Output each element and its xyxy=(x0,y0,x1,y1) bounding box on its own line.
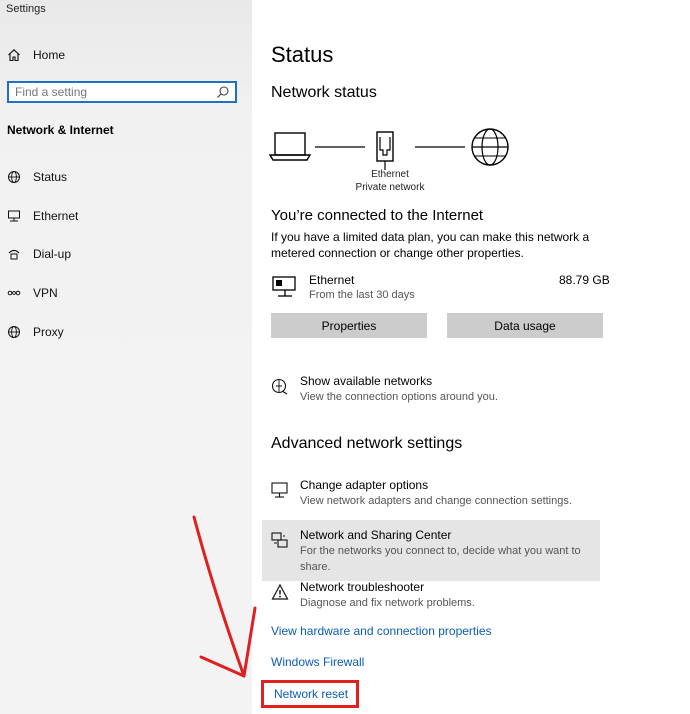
diagram-labels: Ethernet Private network xyxy=(342,168,438,194)
sidebar-item-label: Ethernet xyxy=(33,209,79,223)
connected-heading: You’re connected to the Internet xyxy=(271,207,484,224)
option-title: Network troubleshooter xyxy=(300,580,425,594)
dialup-icon xyxy=(8,249,20,260)
advanced-heading: Advanced network settings xyxy=(271,435,463,452)
sidebar-item-dialup[interactable]: Dial-up xyxy=(7,243,71,265)
laptop-icon xyxy=(269,132,312,161)
ethernet-adapter-icon xyxy=(272,276,296,297)
option-description: View network adapters and change connect… xyxy=(300,495,572,507)
sidebar-home-label: Home xyxy=(33,48,66,62)
window-title: Settings xyxy=(6,3,46,15)
network-troubleshooter[interactable]: Network troubleshooter Diagnose and fix … xyxy=(271,580,475,611)
globe-icon xyxy=(8,171,20,183)
network-diagram xyxy=(269,128,509,170)
adapter-label: Ethernet xyxy=(371,169,409,180)
option-title: Change adapter options xyxy=(300,478,429,492)
globe-icon xyxy=(8,326,20,338)
ethernet-port-icon xyxy=(376,131,394,170)
search-box[interactable] xyxy=(7,81,237,103)
search-input[interactable] xyxy=(9,85,216,99)
data-usage-amount: 88.79 GB xyxy=(559,273,610,287)
connected-desc-line2: metered connection or change other prope… xyxy=(271,246,524,260)
section-label: Network & Internet xyxy=(7,123,114,137)
warning-icon xyxy=(271,583,289,600)
page-title: Status xyxy=(271,42,334,67)
ethernet-icon xyxy=(8,210,20,222)
change-adapter-options[interactable]: Change adapter options View network adap… xyxy=(271,478,572,509)
data-usage-button[interactable]: Data usage xyxy=(447,313,603,338)
sidebar-home[interactable]: Home xyxy=(7,44,65,66)
sidebar: Settings Home Network & Internet Status … xyxy=(0,0,252,714)
globe-icon xyxy=(471,128,509,166)
connection-info: Ethernet From the last 30 days xyxy=(309,272,415,301)
network-type-label: Private network xyxy=(355,182,425,193)
main-content: Status Network status Ethernet Private n… xyxy=(252,0,690,714)
sidebar-item-label: Proxy xyxy=(33,325,64,339)
network-reset-link[interactable]: Network reset xyxy=(261,680,360,708)
connected-description: If you have a limited data plan, you can… xyxy=(271,229,589,261)
wifi-globe-icon xyxy=(271,378,288,395)
sidebar-item-proxy[interactable]: Proxy xyxy=(7,321,64,343)
option-description: For the networks you connect to, decide … xyxy=(300,545,581,573)
hardware-properties-link[interactable]: View hardware and connection properties xyxy=(271,624,492,638)
sidebar-item-vpn[interactable]: VPN xyxy=(7,282,58,304)
show-available-networks[interactable]: Show available networks View the connect… xyxy=(271,374,498,405)
adapter-icon xyxy=(271,482,288,498)
search-icon[interactable] xyxy=(216,85,230,99)
connected-desc-line1: If you have a limited data plan, you can… xyxy=(271,230,590,244)
option-title: Show available networks xyxy=(300,374,433,388)
sidebar-item-label: VPN xyxy=(33,286,58,300)
sharing-center-icon xyxy=(271,532,288,548)
sidebar-item-status[interactable]: Status xyxy=(7,166,67,188)
connection-name: Ethernet xyxy=(309,273,355,287)
network-sharing-center[interactable]: Network and Sharing Center For the netwo… xyxy=(262,520,600,581)
sidebar-item-ethernet[interactable]: Ethernet xyxy=(7,205,78,227)
windows-firewall-link[interactable]: Windows Firewall xyxy=(271,655,364,669)
connection-subtext: From the last 30 days xyxy=(309,289,415,301)
network-status-heading: Network status xyxy=(271,84,377,101)
option-description: View the connection options around you. xyxy=(300,391,498,403)
vpn-icon xyxy=(7,290,21,296)
sidebar-item-label: Status xyxy=(33,170,68,184)
option-description: Diagnose and fix network problems. xyxy=(300,597,475,609)
properties-button[interactable]: Properties xyxy=(271,313,427,338)
option-title: Network and Sharing Center xyxy=(300,528,452,542)
sidebar-item-label: Dial-up xyxy=(33,247,72,261)
home-icon xyxy=(8,49,20,62)
